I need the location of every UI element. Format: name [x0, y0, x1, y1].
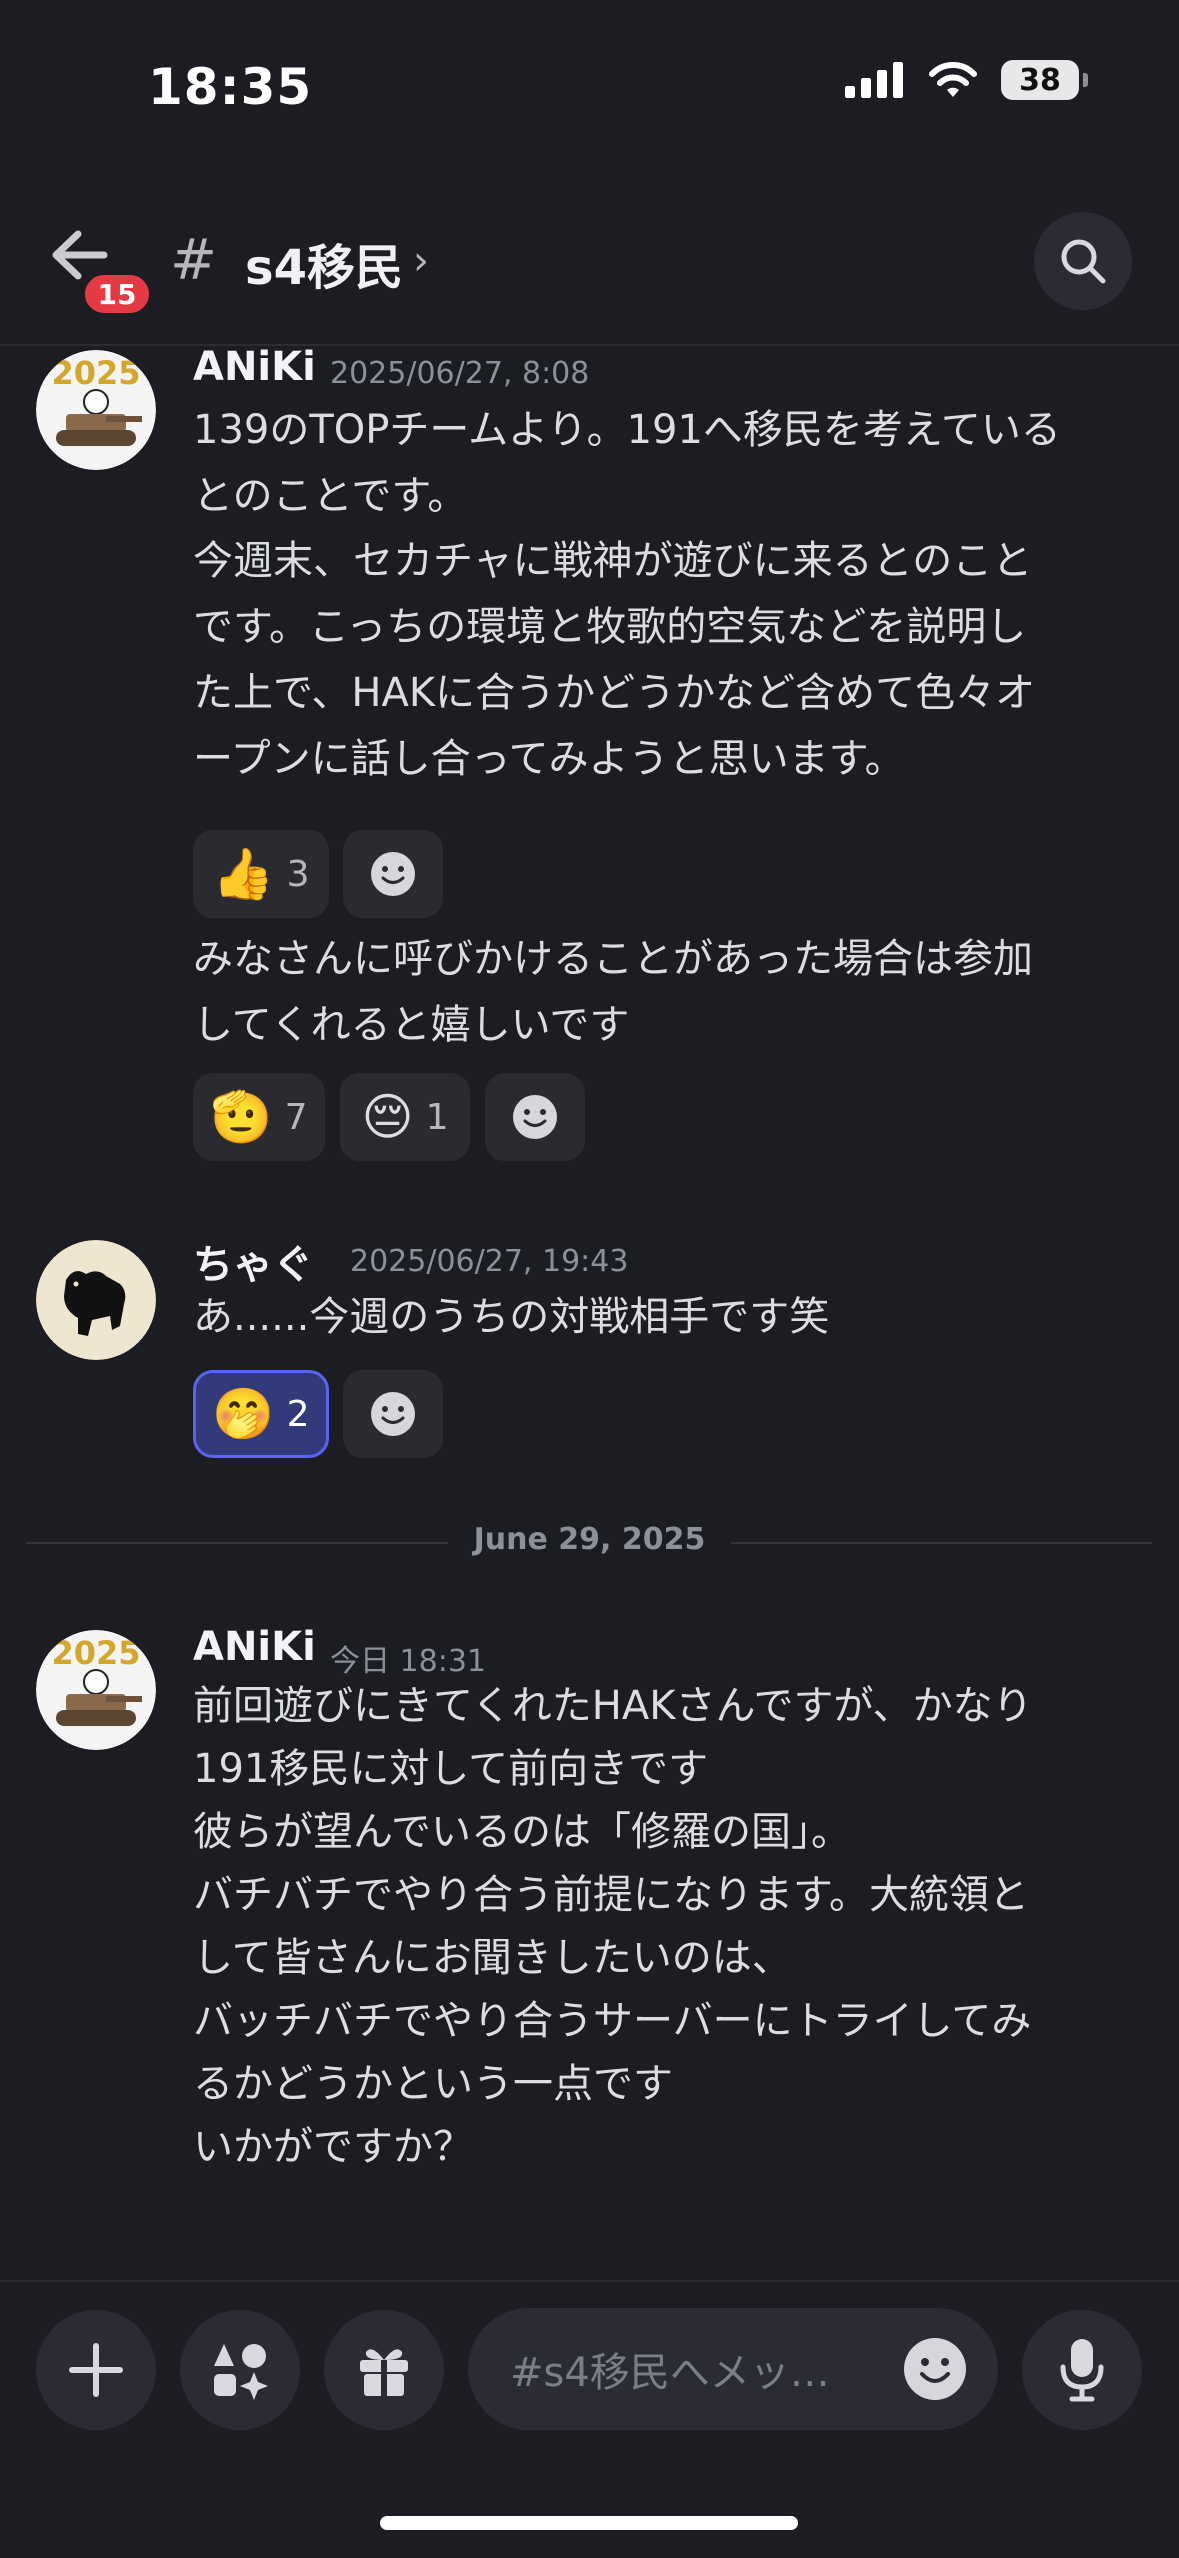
svg-text:2025: 2025 [51, 354, 140, 392]
gift-icon [360, 2349, 408, 2396]
status-time: 18:35 [148, 58, 313, 116]
channel-hash-icon: # [170, 228, 217, 293]
apps-icon [214, 2344, 268, 2400]
salute-icon: 🫡 [210, 1088, 273, 1146]
unread-badge: 15 [82, 272, 152, 316]
emoji-picker-button[interactable] [902, 2336, 968, 2402]
message-author[interactable]: ANiKi [193, 1624, 316, 1670]
reaction-count: 7 [284, 1096, 308, 1138]
message-author[interactable]: ちゃぐ [193, 1232, 313, 1290]
tank-avatar-image: 2025 [36, 350, 156, 470]
home-indicator[interactable] [380, 2516, 798, 2530]
reaction-salute[interactable]: 🫡 7 [193, 1073, 325, 1161]
message-author[interactable]: ANiKi [193, 344, 316, 390]
battery-indicator: 38 [1001, 60, 1088, 100]
add-reaction-button[interactable] [343, 830, 443, 918]
reaction-count: 2 [286, 1393, 310, 1435]
search-icon [1061, 239, 1106, 284]
bear-avatar-image [36, 1240, 156, 1360]
reaction-count: 3 [286, 853, 310, 895]
smiley-icon [513, 1095, 557, 1139]
smiley-icon [904, 2338, 966, 2400]
avatar-aniki[interactable]: 2025 [36, 350, 156, 470]
chevron-right-icon[interactable]: › [413, 238, 429, 284]
avatar-aniki[interactable]: 2025 [36, 1630, 156, 1750]
date-separator-label: June 29, 2025 [447, 1522, 732, 1557]
apps-button[interactable] [180, 2310, 300, 2430]
message-timestamp: 2025/06/27, 8:08 [330, 356, 590, 391]
reaction-count: 1 [425, 1096, 449, 1138]
message-text: みなさんに呼びかけることがあった場合は参加 してくれると嬉しいです [193, 936, 1033, 1048]
pensive-face-icon: 😔 [361, 1088, 414, 1146]
smiley-icon [371, 1392, 415, 1436]
wifi-icon [929, 62, 977, 97]
reaction-hand-over-mouth[interactable]: 🤭 2 [193, 1370, 329, 1458]
status-icons: 38 [845, 60, 1088, 100]
gift-button[interactable] [324, 2310, 444, 2430]
add-attachment-button[interactable] [36, 2310, 156, 2430]
voice-message-button[interactable] [1022, 2310, 1142, 2430]
reaction-thumbs-up[interactable]: 👍 3 [193, 830, 329, 918]
message-input-placeholder[interactable]: #s4移民へメッ… [510, 2340, 870, 2398]
message-text: あ......今週のうちの対戦相手です笑 [193, 1294, 830, 1340]
message-text: 前回遊びにきてくれたHAKさんですが、かなり 191移民に対して前向きです 彼ら… [193, 1683, 1033, 2170]
smiley-icon [371, 852, 415, 896]
hand-over-mouth-icon: 🤭 [212, 1385, 275, 1443]
message-text: 139のTOPチームより。191へ移民を考えている とのことです。 [193, 407, 1061, 519]
signal-icon [845, 62, 903, 98]
message-timestamp: 今日 18:31 [330, 1644, 486, 1679]
add-reaction-button[interactable] [343, 1370, 443, 1458]
date-separator: June 29, 2025 [0, 1522, 1179, 1557]
search-button[interactable] [1034, 212, 1132, 310]
message-text: 今週末、セカチャに戦神が遊びに来るとのこと です。こっちの環境と牧歌的空気などを… [193, 538, 1036, 782]
add-reaction-button[interactable] [485, 1073, 585, 1161]
message-timestamp: 2025/06/27, 19:43 [350, 1244, 629, 1279]
tank-avatar-image: 2025 [36, 1630, 156, 1750]
microphone-icon [1060, 2339, 1104, 2402]
thumbs-up-icon: 👍 [212, 845, 275, 903]
channel-title[interactable]: s4移民 [245, 228, 403, 298]
reaction-pensive[interactable]: 😔 1 [340, 1073, 470, 1161]
avatar-chagu[interactable] [36, 1240, 156, 1360]
plus-icon [69, 2343, 123, 2397]
svg-text:2025: 2025 [51, 1634, 140, 1672]
